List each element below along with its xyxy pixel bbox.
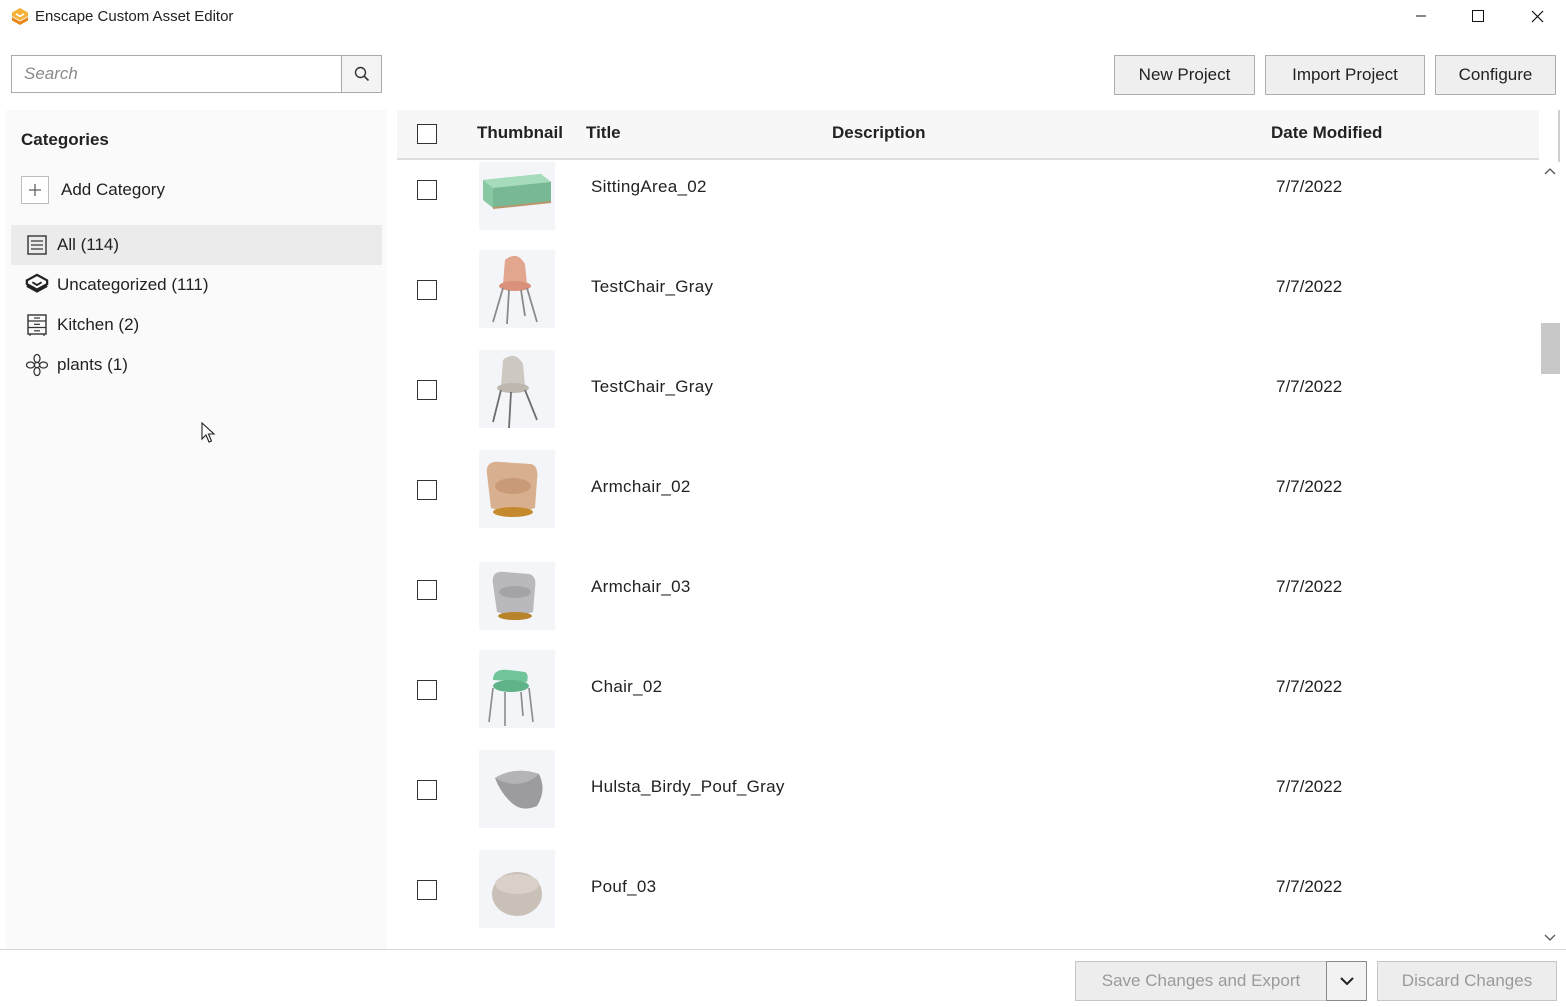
configure-button[interactable]: Configure — [1435, 55, 1556, 95]
asset-title: Chair_02 — [591, 677, 663, 696]
asset-thumbnail — [479, 562, 555, 630]
asset-date: 7/7/2022 — [1276, 777, 1343, 796]
vertical-scrollbar[interactable] — [1540, 160, 1560, 949]
asset-thumbnail — [479, 350, 555, 429]
row-checkbox[interactable] — [417, 180, 437, 200]
enscape-logo-icon — [25, 273, 49, 297]
row-checkbox[interactable] — [417, 280, 437, 300]
category-item-plants[interactable]: plants (1) — [11, 345, 382, 385]
categories-sidebar: Categories Add Category All (114) Uncate… — [6, 110, 387, 949]
category-label: Kitchen (2) — [57, 315, 140, 334]
maximize-icon — [1472, 10, 1484, 22]
row-checkbox[interactable] — [417, 680, 437, 700]
table-row[interactable]: Armchair_02 7/7/2022 — [397, 450, 1539, 562]
chevron-down-icon — [1339, 976, 1354, 985]
add-category-label: Add Category — [61, 180, 165, 199]
asset-title: TestChair_Gray — [591, 377, 714, 396]
chevron-up-icon — [1544, 168, 1556, 175]
asset-thumbnail — [479, 750, 555, 828]
table-row[interactable]: Chair_02 7/7/2022 — [397, 650, 1539, 762]
category-item-kitchen[interactable]: Kitchen (2) — [11, 305, 382, 345]
asset-date: 7/7/2022 — [1276, 377, 1343, 396]
asset-thumbnail — [479, 162, 555, 230]
title-bar: Enscape Custom Asset Editor — [0, 0, 1566, 34]
asset-date: 7/7/2022 — [1276, 177, 1343, 196]
category-item-uncategorized[interactable]: Uncategorized (111) — [11, 265, 382, 305]
scroll-up-button[interactable] — [1540, 164, 1560, 178]
flower-icon — [25, 353, 49, 377]
asset-list[interactable]: SittingArea_02 7/7/2022 TestChair_Gray 7… — [397, 162, 1539, 949]
window-title: Enscape Custom Asset Editor — [35, 8, 234, 25]
mouse-cursor-icon — [201, 422, 216, 443]
column-header-thumbnail[interactable]: Thumbnail — [477, 123, 563, 143]
column-header-description[interactable]: Description — [832, 123, 926, 143]
table-row[interactable]: Pouf_03 7/7/2022 — [397, 850, 1539, 949]
chevron-down-icon — [1544, 934, 1556, 941]
import-project-button[interactable]: Import Project — [1265, 55, 1425, 95]
export-options-dropdown[interactable] — [1326, 961, 1367, 1001]
save-and-export-button[interactable]: Save Changes and Export — [1075, 961, 1327, 1001]
kitchen-cabinet-icon — [25, 313, 49, 337]
search-box — [11, 55, 342, 93]
new-project-button[interactable]: New Project — [1114, 55, 1255, 95]
column-header-date-modified[interactable]: Date Modified — [1271, 123, 1382, 143]
asset-title: Armchair_02 — [591, 477, 691, 496]
maximize-button[interactable] — [1449, 0, 1507, 32]
category-label: All (114) — [57, 235, 120, 254]
table-row[interactable]: SittingArea_02 7/7/2022 — [397, 162, 1539, 262]
list-icon — [25, 233, 49, 257]
minimize-button[interactable] — [1392, 0, 1450, 32]
scroll-down-button[interactable] — [1540, 931, 1560, 945]
category-label: plants (1) — [57, 355, 128, 374]
category-label: Uncategorized (111) — [57, 275, 209, 294]
category-item-all[interactable]: All (114) — [11, 225, 382, 265]
column-header-title[interactable]: Title — [586, 123, 621, 143]
asset-thumbnail — [479, 650, 555, 728]
minimize-icon — [1416, 15, 1426, 17]
table-row[interactable]: TestChair_Gray 7/7/2022 — [397, 350, 1539, 462]
asset-table: Thumbnail Title Description Date Modifie… — [397, 110, 1560, 949]
asset-thumbnail — [479, 850, 555, 928]
enscape-logo-icon — [12, 8, 28, 25]
search-button[interactable] — [342, 55, 382, 93]
table-row[interactable]: Armchair_03 7/7/2022 — [397, 562, 1539, 662]
search-input[interactable] — [12, 56, 336, 92]
footer-bar: Save Changes and Export Discard Changes — [0, 949, 1566, 1007]
table-row[interactable]: Hulsta_Birdy_Pouf_Gray 7/7/2022 — [397, 750, 1539, 862]
row-checkbox[interactable] — [417, 880, 437, 900]
select-all-checkbox[interactable] — [417, 124, 437, 144]
table-row[interactable]: TestChair_Gray 7/7/2022 — [397, 250, 1539, 362]
asset-date: 7/7/2022 — [1276, 477, 1343, 496]
categories-heading: Categories — [21, 130, 109, 149]
asset-title: Pouf_03 — [591, 877, 657, 896]
search-icon — [354, 66, 369, 82]
close-button[interactable] — [1508, 0, 1566, 32]
close-icon — [1531, 10, 1543, 22]
scroll-thumb[interactable] — [1541, 323, 1560, 374]
row-checkbox[interactable] — [417, 580, 437, 600]
asset-date: 7/7/2022 — [1276, 677, 1343, 696]
asset-date: 7/7/2022 — [1276, 577, 1343, 596]
asset-thumbnail — [479, 250, 555, 328]
asset-date: 7/7/2022 — [1276, 877, 1343, 896]
row-checkbox[interactable] — [417, 480, 437, 500]
asset-date: 7/7/2022 — [1276, 277, 1343, 296]
asset-title: TestChair_Gray — [591, 277, 714, 296]
asset-title: SittingArea_02 — [591, 177, 707, 196]
header-divider — [1558, 110, 1560, 162]
row-checkbox[interactable] — [417, 380, 437, 400]
asset-title: Hulsta_Birdy_Pouf_Gray — [591, 777, 785, 796]
asset-thumbnail — [479, 450, 555, 528]
add-category-button[interactable]: Add Category — [21, 175, 165, 205]
asset-title: Armchair_03 — [591, 577, 691, 596]
table-header: Thumbnail Title Description Date Modifie… — [397, 110, 1539, 160]
discard-changes-button[interactable]: Discard Changes — [1377, 961, 1557, 1001]
plus-icon — [21, 176, 49, 204]
row-checkbox[interactable] — [417, 780, 437, 800]
